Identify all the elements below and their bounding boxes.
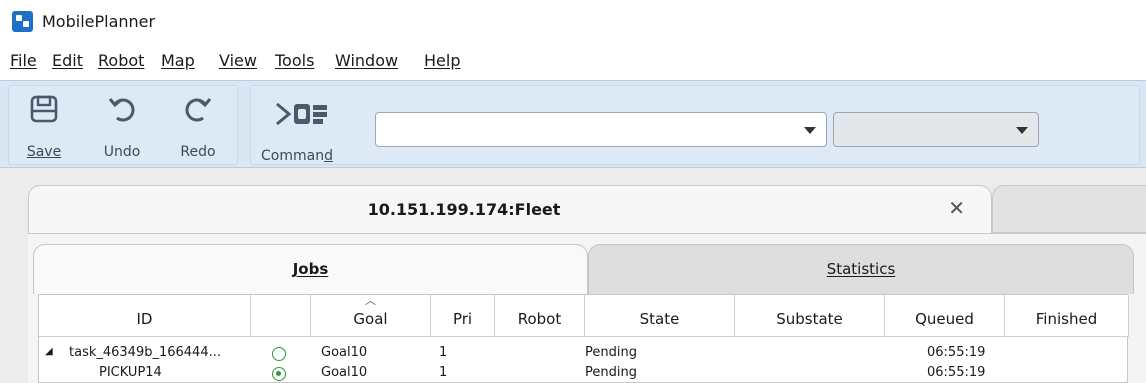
column-header-queued[interactable]: Queued — [885, 295, 1005, 337]
dot-circle-icon — [272, 367, 286, 381]
row-queued: 06:55:19 — [927, 345, 986, 360]
tab-jobs[interactable]: Jobs — [33, 244, 588, 294]
undo-label: Undo — [103, 144, 141, 160]
close-icon[interactable]: ✕ — [948, 196, 965, 220]
column-header-goal[interactable]: ︿ Goal — [311, 295, 431, 337]
undo-icon — [108, 98, 135, 122]
dropdown-arrow-icon[interactable] — [804, 127, 816, 134]
edit-toolbar-group: Save Undo Redo — [8, 85, 238, 165]
column-header-finished[interactable]: Finished — [1005, 295, 1129, 337]
row-state: Pending — [585, 365, 637, 380]
column-header-substate[interactable]: Substate — [735, 295, 885, 337]
tab-jobs-label: Jobs — [292, 260, 329, 278]
column-header-state[interactable]: State — [585, 295, 735, 337]
tab-statistics[interactable]: Statistics — [588, 244, 1134, 294]
menu-tools[interactable]: Tools — [275, 51, 314, 70]
command-terminal-icon — [276, 102, 327, 126]
row-pri: 1 — [439, 365, 448, 380]
tab-statistics-label: Statistics — [826, 260, 896, 278]
command-toolbar-group: Command — [250, 85, 1140, 165]
row-queued: 06:55:19 — [927, 365, 986, 380]
toolbar: Save Undo Redo Command — [0, 80, 1146, 168]
next-panel-tab[interactable] — [992, 185, 1146, 233]
redo-icon — [185, 98, 212, 122]
app-title: MobilePlanner — [42, 12, 156, 31]
command-combobox[interactable] — [375, 112, 827, 147]
expand-collapse-icon[interactable]: ◢ — [45, 346, 53, 357]
fleet-panel-tab[interactable]: 10.151.199.174:Fleet ✕ — [28, 185, 992, 233]
row-goal: Goal10 — [321, 345, 368, 360]
menu-robot[interactable]: Robot — [98, 51, 144, 70]
redo-button[interactable]: Redo — [169, 86, 227, 164]
row-goal: Goal10 — [321, 365, 368, 380]
sort-ascending-icon: ︿ — [365, 294, 376, 307]
column-header-status[interactable] — [251, 295, 311, 337]
title-bar: MobilePlanner — [0, 0, 1146, 44]
column-header-goal-label: Goal — [353, 310, 388, 328]
open-circle-icon — [272, 347, 286, 361]
row-pri: 1 — [439, 345, 448, 360]
menu-map[interactable]: Map — [161, 51, 195, 70]
save-icon — [30, 95, 58, 123]
jobs-table: ID ︿ Goal Pri Robot State Substate Queue… — [38, 294, 1129, 383]
column-header-robot[interactable]: Robot — [495, 295, 585, 337]
undo-button[interactable]: Undo — [93, 86, 151, 164]
mobileplanner-app-icon — [12, 11, 33, 32]
save-button[interactable]: Save — [15, 86, 73, 164]
command-label: Command — [261, 148, 333, 164]
column-header-pri[interactable]: Pri — [431, 295, 495, 337]
menu-file[interactable]: File — [10, 51, 37, 70]
menu-bar: File Edit Robot Map View Tools Window He… — [0, 44, 1146, 80]
column-header-id[interactable]: ID — [39, 295, 251, 337]
fleet-panel-tab-label: 10.151.199.174:Fleet — [367, 200, 561, 219]
row-id: PICKUP14 — [99, 365, 162, 380]
dropdown-arrow-icon[interactable] — [1016, 127, 1028, 134]
save-label: Save — [26, 144, 62, 160]
menu-edit[interactable]: Edit — [52, 51, 83, 70]
redo-label: Redo — [180, 144, 216, 160]
menu-help[interactable]: Help — [424, 51, 460, 70]
menu-window[interactable]: Window — [335, 51, 398, 70]
robot-select[interactable] — [833, 112, 1039, 147]
row-id: task_46349b_166444... — [69, 345, 221, 360]
menu-view[interactable]: View — [219, 51, 257, 70]
row-state: Pending — [585, 345, 637, 360]
